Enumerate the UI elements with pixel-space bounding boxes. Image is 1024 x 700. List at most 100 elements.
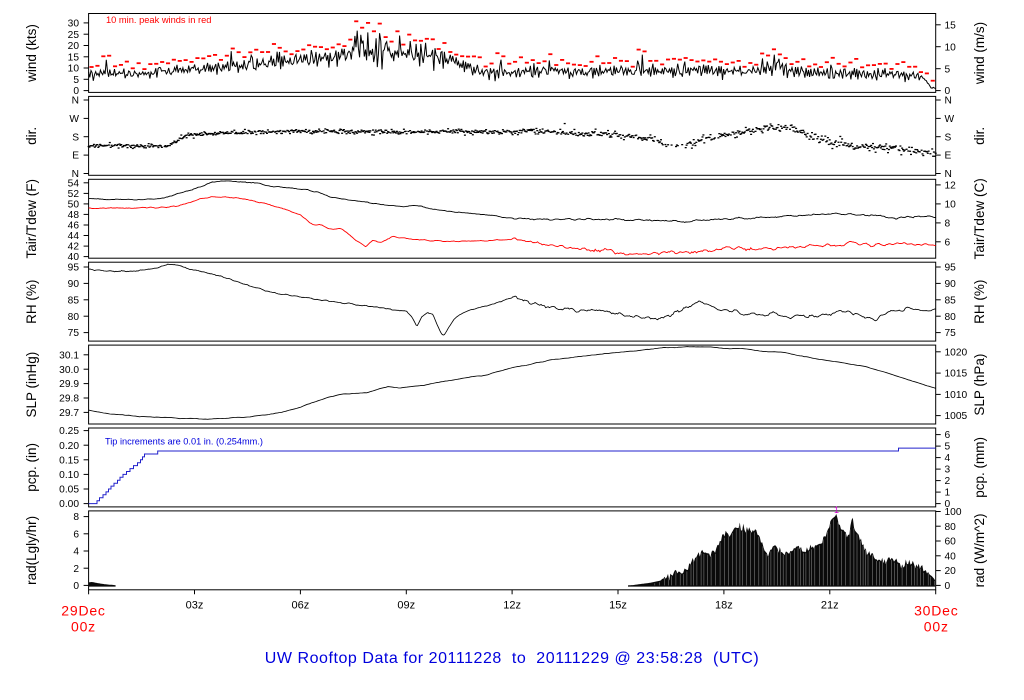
svg-text:0.20: 0.20 — [59, 441, 79, 452]
svg-text:60: 60 — [945, 537, 957, 548]
svg-text:1015: 1015 — [945, 369, 968, 380]
svg-text:29Dec: 29Dec — [61, 602, 105, 618]
svg-text:90: 90 — [945, 279, 957, 290]
svg-text:Tip increments are 0.01 in. (0: Tip increments are 0.01 in. (0.254mm.) — [105, 437, 263, 447]
svg-text:W: W — [945, 114, 955, 125]
svg-text:85: 85 — [945, 295, 957, 306]
svg-text:pcp. (in): pcp. (in) — [24, 443, 39, 492]
svg-text:RH (%): RH (%) — [972, 280, 987, 324]
svg-text:0.25: 0.25 — [59, 426, 79, 437]
svg-text:54: 54 — [68, 178, 80, 189]
svg-text:90: 90 — [68, 279, 80, 290]
svg-text:10: 10 — [68, 64, 80, 75]
svg-text:2: 2 — [945, 476, 951, 487]
svg-text:dir.: dir. — [24, 127, 39, 145]
svg-text:1020: 1020 — [945, 347, 968, 358]
svg-text:80: 80 — [945, 312, 957, 323]
svg-text:1: 1 — [945, 488, 951, 499]
svg-text:1: 1 — [834, 505, 839, 515]
svg-text:RH (%): RH (%) — [24, 280, 39, 324]
svg-text:10: 10 — [945, 42, 957, 53]
svg-text:09z: 09z — [397, 600, 415, 612]
svg-text:1005: 1005 — [945, 411, 968, 422]
svg-text:30.0: 30.0 — [59, 365, 79, 376]
svg-text:40: 40 — [945, 551, 957, 562]
svg-text:100: 100 — [945, 507, 962, 518]
svg-text:12: 12 — [945, 181, 957, 192]
svg-text:75: 75 — [68, 328, 80, 339]
svg-text:10: 10 — [945, 200, 957, 211]
svg-text:15: 15 — [68, 52, 80, 63]
svg-text:29.8: 29.8 — [59, 394, 79, 405]
svg-text:5: 5 — [73, 75, 79, 86]
svg-text:UW Rooftop Data for 20111228: UW Rooftop Data for 20111228 to 20111229… — [265, 650, 760, 667]
svg-text:44: 44 — [68, 231, 80, 242]
svg-text:6: 6 — [73, 529, 79, 540]
svg-text:0.15: 0.15 — [59, 455, 79, 466]
svg-text:Tair/Tdew (C): Tair/Tdew (C) — [972, 178, 987, 259]
svg-text:15: 15 — [945, 20, 957, 31]
svg-text:SLP (inHg): SLP (inHg) — [24, 352, 39, 418]
svg-text:Tair/Tdew (F): Tair/Tdew (F) — [24, 179, 39, 259]
svg-text:6: 6 — [945, 430, 951, 441]
svg-text:00z: 00z — [924, 619, 949, 635]
svg-text:21z: 21z — [821, 600, 839, 612]
svg-text:4: 4 — [945, 453, 951, 464]
svg-text:29.7: 29.7 — [59, 408, 79, 419]
svg-text:N: N — [945, 169, 952, 180]
svg-text:0.05: 0.05 — [59, 485, 79, 496]
svg-text:29.9: 29.9 — [59, 379, 79, 390]
svg-text:25: 25 — [68, 30, 80, 41]
svg-text:SLP (hPa): SLP (hPa) — [972, 354, 987, 416]
svg-text:E: E — [72, 151, 79, 162]
svg-text:10 min. peak winds in red: 10 min. peak winds in red — [106, 15, 211, 25]
svg-text:0: 0 — [945, 581, 951, 592]
svg-text:S: S — [72, 132, 79, 143]
svg-text:30Dec: 30Dec — [914, 602, 958, 618]
svg-text:30: 30 — [68, 19, 80, 30]
svg-text:3: 3 — [945, 465, 951, 476]
svg-text:80: 80 — [68, 312, 80, 323]
svg-text:95: 95 — [945, 263, 957, 274]
svg-text:5: 5 — [945, 64, 951, 75]
svg-text:W: W — [69, 114, 79, 125]
svg-text:75: 75 — [945, 328, 957, 339]
svg-text:6: 6 — [945, 237, 951, 248]
svg-text:03z: 03z — [186, 600, 204, 612]
svg-text:5: 5 — [945, 442, 951, 453]
svg-text:95: 95 — [68, 263, 80, 274]
svg-text:4: 4 — [73, 547, 79, 558]
svg-text:12z: 12z — [503, 600, 521, 612]
svg-text:S: S — [945, 132, 952, 143]
svg-text:48: 48 — [68, 210, 80, 221]
svg-text:52: 52 — [68, 189, 80, 200]
svg-text:dir.: dir. — [972, 127, 987, 145]
svg-text:0.00: 0.00 — [59, 499, 79, 510]
svg-text:42: 42 — [68, 242, 80, 253]
svg-text:06z: 06z — [292, 600, 310, 612]
svg-text:N: N — [72, 96, 79, 107]
svg-text:40: 40 — [68, 252, 80, 263]
svg-text:E: E — [945, 151, 952, 162]
svg-text:0: 0 — [73, 581, 79, 592]
svg-text:00z: 00z — [71, 619, 96, 635]
svg-text:2: 2 — [73, 564, 79, 575]
svg-text:46: 46 — [68, 221, 80, 232]
svg-text:pcp. (mm): pcp. (mm) — [972, 437, 987, 498]
svg-text:85: 85 — [68, 295, 80, 306]
svg-text:rad(Lgly/hr): rad(Lgly/hr) — [24, 516, 39, 585]
svg-text:N: N — [945, 96, 952, 107]
svg-text:20: 20 — [68, 41, 80, 52]
svg-text:50: 50 — [68, 200, 80, 211]
svg-text:8: 8 — [73, 512, 79, 523]
svg-text:18z: 18z — [715, 600, 733, 612]
svg-text:80: 80 — [945, 522, 957, 533]
svg-text:8: 8 — [945, 219, 951, 230]
svg-text:0.10: 0.10 — [59, 470, 79, 481]
svg-text:wind (m/s): wind (m/s) — [972, 22, 987, 85]
svg-text:15z: 15z — [609, 600, 627, 612]
svg-text:30.1: 30.1 — [59, 350, 79, 361]
svg-text:wind (kts): wind (kts) — [24, 24, 39, 83]
svg-text:rad (W/m^2): rad (W/m^2) — [972, 513, 987, 587]
svg-text:1010: 1010 — [945, 390, 968, 401]
